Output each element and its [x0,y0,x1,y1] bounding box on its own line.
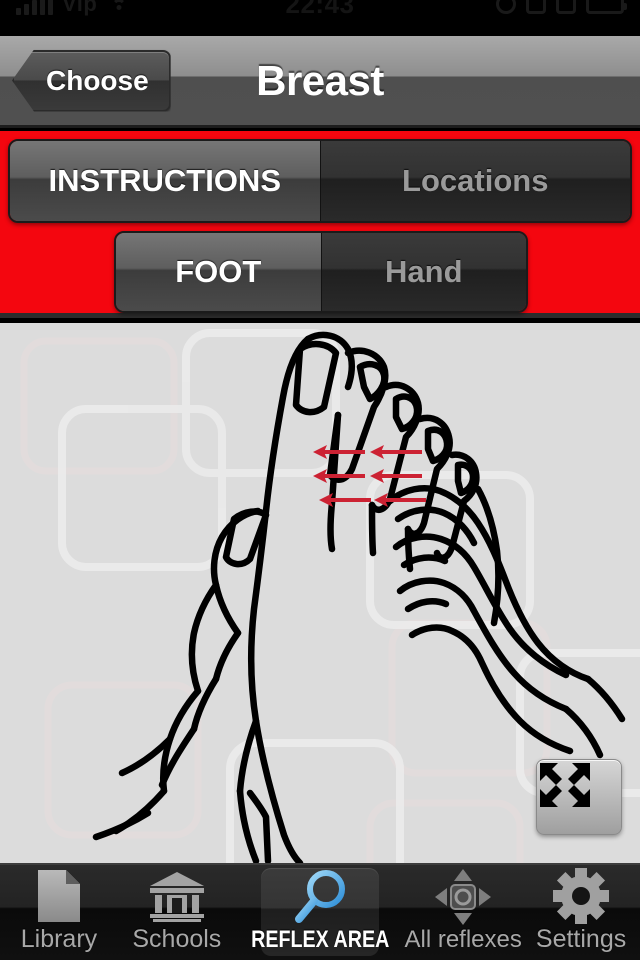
tab-settings[interactable]: Settings [522,865,640,960]
tab-instructions[interactable]: INSTRUCTIONS [10,141,321,221]
signal-bars-icon [16,0,53,15]
tab-all-reflexes[interactable]: All reflexes [404,865,522,960]
tab-reflex-area[interactable]: REFLEX AREA [236,865,404,960]
wifi-icon [106,0,132,14]
navigation-bar: Choose Breast [0,36,640,128]
dpad-arrows-icon [435,868,492,926]
segmented-control-primary: INSTRUCTIONS Locations [8,139,632,223]
tab-schools-label: Schools [132,925,222,953]
reflex-illustration[interactable] [0,323,640,863]
document-icon [36,867,82,925]
battery-icon [586,0,627,14]
tab-reflex-area-label: REFLEX AREA [250,926,390,953]
tab-hand[interactable]: Hand [321,233,526,311]
tab-all-reflexes-label: All reflexes [404,926,522,953]
tab-foot[interactable]: FOOT [116,233,322,311]
expand-arrows-icon [540,763,590,807]
carrier-label: Vip [62,0,98,16]
segmented-control-secondary: FOOT Hand [114,231,528,313]
fullscreen-button[interactable] [536,759,622,835]
page-title: Breast [256,56,384,104]
tab-library[interactable]: Library [0,865,118,960]
tab-bar: Library Schools REFLEX AREA All reflexes… [0,863,640,960]
tab-schools[interactable]: Schools [118,865,236,960]
magnifier-icon [293,868,347,926]
tab-library-label: Library [20,925,98,953]
app-root: Vip 22:43 Choose Breast INSTRUCTIONS Loc… [0,0,640,960]
segmented-controls-band: INSTRUCTIONS Locations FOOT Hand [0,131,640,318]
tab-locations[interactable]: Locations [320,141,630,221]
status-bar: Vip 22:43 [0,0,640,36]
gear-icon [553,867,610,925]
tab-settings-label: Settings [535,925,627,953]
rotation-lock-icon [496,0,516,14]
alarm-icon [556,0,576,14]
bluetooth-icon [526,0,546,14]
bank-icon [148,867,206,925]
clock-label: 22:43 [285,0,355,19]
